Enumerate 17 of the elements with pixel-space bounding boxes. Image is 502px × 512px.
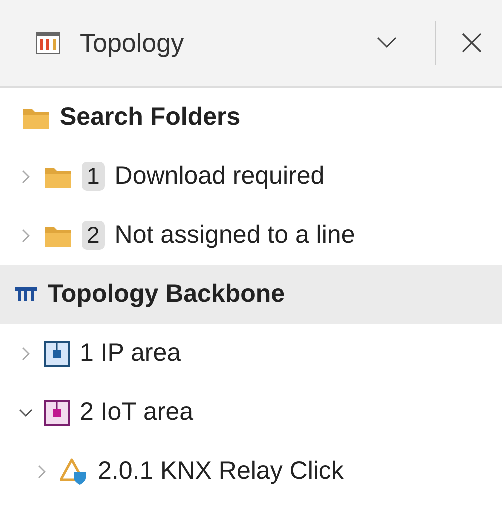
close-icon (462, 33, 482, 53)
search-folder-label[interactable]: Download required (114, 162, 325, 191)
number-badge: 2 (82, 221, 105, 250)
tree-item-label[interactable]: 1 IP area (80, 339, 182, 368)
area-icon (44, 340, 70, 366)
area-icon (44, 400, 70, 426)
chevron-down-icon (377, 37, 397, 49)
panel-title: Topology (80, 28, 186, 58)
section-label: Topology Backbone (48, 280, 286, 309)
topology-window-icon (36, 32, 60, 54)
tree-item-highlight[interactable]: Topology Backbone (0, 265, 502, 324)
search-folder-label[interactable]: Not assigned to a line (114, 221, 356, 250)
section-label[interactable]: Search Folders (60, 103, 241, 132)
tree-item-label[interactable]: 2.0.1 KNX Relay Click (98, 457, 344, 486)
tree-item-label[interactable]: 2 IoT area (80, 398, 194, 427)
number-badge: 1 (82, 162, 105, 191)
warning-shield-icon (60, 458, 88, 486)
